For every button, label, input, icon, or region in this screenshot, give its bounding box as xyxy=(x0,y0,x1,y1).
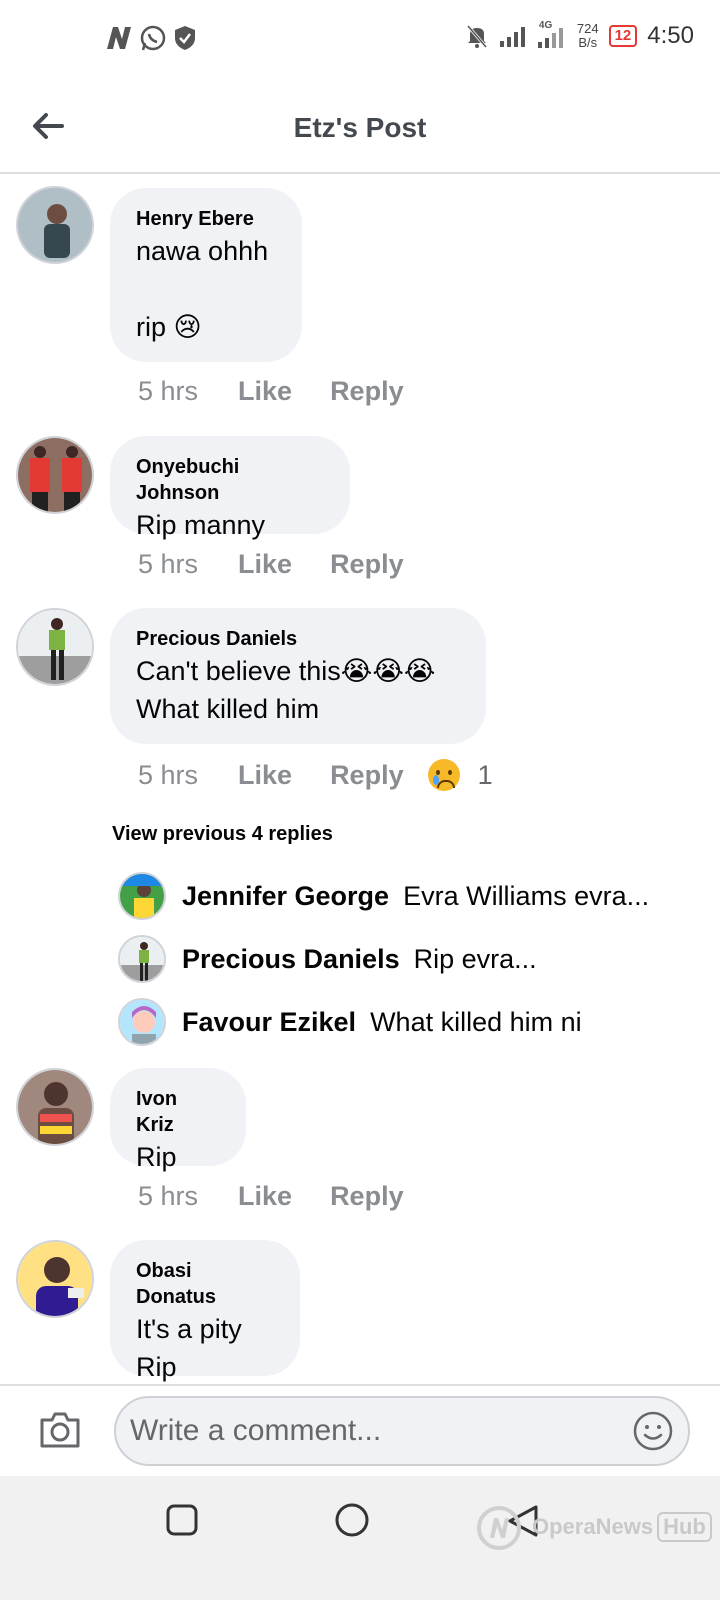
comment-time: 5 hrs xyxy=(138,549,199,579)
view-previous-replies-link[interactable]: View previous 4 replies xyxy=(112,823,333,846)
camera-icon[interactable] xyxy=(38,1410,82,1450)
reply-item[interactable]: Favour Ezikel What killed him ni xyxy=(118,998,582,1046)
signal-icon xyxy=(499,27,525,47)
comment-input[interactable] xyxy=(130,1414,632,1448)
like-button[interactable]: Like xyxy=(238,376,292,407)
status-left-icons xyxy=(105,24,197,52)
comment-text: It's a pity Rip xyxy=(136,1314,242,1382)
reply-author[interactable]: Jennifer George xyxy=(182,881,389,912)
comment-text: Rip manny xyxy=(136,510,266,540)
status-bar: 4G 724 B/s 12 4:50 xyxy=(0,0,720,80)
page-title: Etz's Post xyxy=(293,112,427,143)
reply-text: Evra Williams evra... xyxy=(403,880,650,911)
sad-reaction-icon xyxy=(427,759,460,791)
comment-author[interactable]: Onyebuchi Johnson xyxy=(136,454,324,506)
avatar[interactable] xyxy=(118,872,166,920)
reply-text: Rip evra... xyxy=(413,943,537,974)
watermark: OperaNews Hub xyxy=(470,1500,712,1554)
comment-input-container xyxy=(114,1396,690,1466)
watermark-hub: Hub xyxy=(657,1512,712,1542)
reply-button[interactable]: Reply xyxy=(330,376,404,407)
whatsapp-icon xyxy=(140,25,166,51)
clock: 4:50 xyxy=(647,22,694,49)
battery-indicator: 12 xyxy=(608,25,638,47)
comment-bubble: Onyebuchi Johnson Rip manny xyxy=(110,436,350,540)
comment-actions: 5 hrs Like Reply xyxy=(138,549,442,580)
opera-news-logo-icon xyxy=(477,1506,521,1550)
mute-bell-icon xyxy=(466,25,488,48)
comment-bubble: Ivon Kriz Rip xyxy=(110,1068,246,1172)
reaction-summary[interactable]: 1 xyxy=(427,759,493,791)
net-speed-unit: B/s xyxy=(578,35,598,50)
comment-time: 5 hrs xyxy=(138,759,199,790)
reply-item[interactable]: Jennifer George Evra Williams evra... xyxy=(118,872,649,920)
comment-author[interactable]: Precious Daniels xyxy=(136,626,460,652)
comment-actions: 5 hrs Like Reply 1 xyxy=(138,759,493,791)
avatar[interactable] xyxy=(118,998,166,1046)
reply-text: What killed him ni xyxy=(370,1006,582,1037)
comment-text: nawa ohhh rip 😢 xyxy=(136,236,269,342)
app-n-icon xyxy=(107,27,131,49)
smiley-icon[interactable] xyxy=(632,1410,674,1452)
comment-author[interactable]: Henry Ebere xyxy=(136,206,276,232)
comment-author[interactable]: Ivon Kriz xyxy=(136,1086,220,1138)
comment-bubble: Henry Ebere nawa ohhh rip 😢 xyxy=(110,188,302,362)
watermark-brand: OperaNews xyxy=(532,1514,654,1539)
reply-button[interactable]: Reply xyxy=(330,760,404,791)
avatar[interactable] xyxy=(16,186,94,264)
avatar[interactable] xyxy=(16,436,94,514)
reply-author[interactable]: Favour Ezikel xyxy=(182,1007,356,1038)
comment-author[interactable]: Obasi Donatus xyxy=(136,1258,274,1310)
net-speed: 724 B/s xyxy=(577,22,599,50)
battery-level: 12 xyxy=(614,27,632,44)
comment-text: Rip xyxy=(136,1142,177,1172)
avatar[interactable] xyxy=(16,1240,94,1318)
reply-item[interactable]: Precious Daniels Rip evra... xyxy=(118,935,537,983)
like-button[interactable]: Like xyxy=(238,1181,292,1212)
avatar[interactable] xyxy=(118,935,166,983)
comment-text: Can't believe this😭😭😭 What killed him xyxy=(136,656,436,724)
comment-actions: 5 hrs Like Reply xyxy=(138,376,442,407)
net-speed-value: 724 xyxy=(576,21,599,36)
comment-actions: 5 hrs Like Reply xyxy=(138,1181,442,1212)
like-button[interactable]: Like xyxy=(238,760,292,791)
home-button[interactable] xyxy=(334,1502,370,1538)
comment-time: 5 hrs xyxy=(138,376,199,406)
avatar[interactable] xyxy=(16,1068,94,1146)
comment-bubble: Obasi Donatus It's a pity Rip xyxy=(110,1240,300,1382)
shield-icon xyxy=(175,26,195,50)
comment-composer xyxy=(0,1384,720,1476)
comment-time: 5 hrs xyxy=(138,1181,199,1211)
avatar[interactable] xyxy=(16,608,94,686)
post-header: Etz's Post xyxy=(0,80,720,174)
status-right-icons: 4G 724 B/s 12 4:50 xyxy=(465,20,694,50)
reply-button[interactable]: Reply xyxy=(330,1181,404,1212)
like-button[interactable]: Like xyxy=(238,549,292,580)
reply-author[interactable]: Precious Daniels xyxy=(182,944,400,975)
signal-4g-icon: 4G xyxy=(537,20,567,48)
reply-button[interactable]: Reply xyxy=(330,549,404,580)
recent-apps-button[interactable] xyxy=(166,1504,198,1536)
reaction-count: 1 xyxy=(477,759,493,790)
comment-bubble: Precious Daniels Can't believe this😭😭😭 W… xyxy=(110,608,486,744)
